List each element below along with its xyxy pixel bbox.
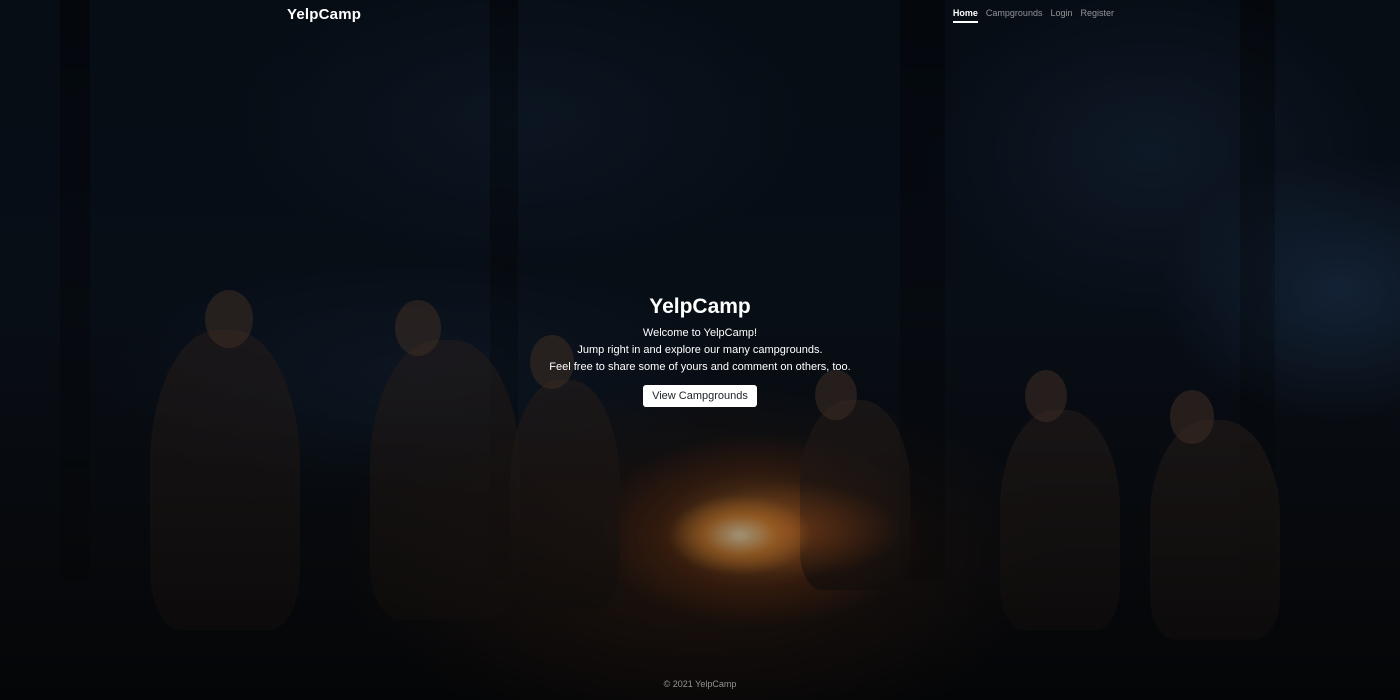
nav-link-home[interactable]: Home — [952, 6, 978, 23]
hero-title: YelpCamp — [649, 295, 751, 318]
navbar: YelpCamp Home Campgrounds Login Register — [287, 0, 1114, 28]
footer-copyright: © 2021 YelpCamp — [663, 679, 737, 689]
navbar-brand[interactable]: YelpCamp — [287, 6, 361, 23]
hero-explore-text: Jump right in and explore our many campg… — [577, 344, 823, 356]
nav-links: Home Campgrounds Login Register — [952, 6, 1114, 23]
hero-share-text: Feel free to share some of yours and com… — [549, 361, 851, 373]
nav-link-campgrounds[interactable]: Campgrounds — [986, 6, 1043, 23]
nav-link-register[interactable]: Register — [1080, 6, 1114, 23]
nav-link-login[interactable]: Login — [1050, 6, 1072, 23]
landing-page: YelpCamp Home Campgrounds Login Register… — [0, 0, 1400, 700]
hero-welcome-text: Welcome to YelpCamp! — [642, 327, 758, 339]
hero-section: YelpCamp Welcome to YelpCamp! Jump right… — [500, 295, 900, 407]
view-campgrounds-button[interactable]: View Campgrounds — [643, 385, 757, 407]
